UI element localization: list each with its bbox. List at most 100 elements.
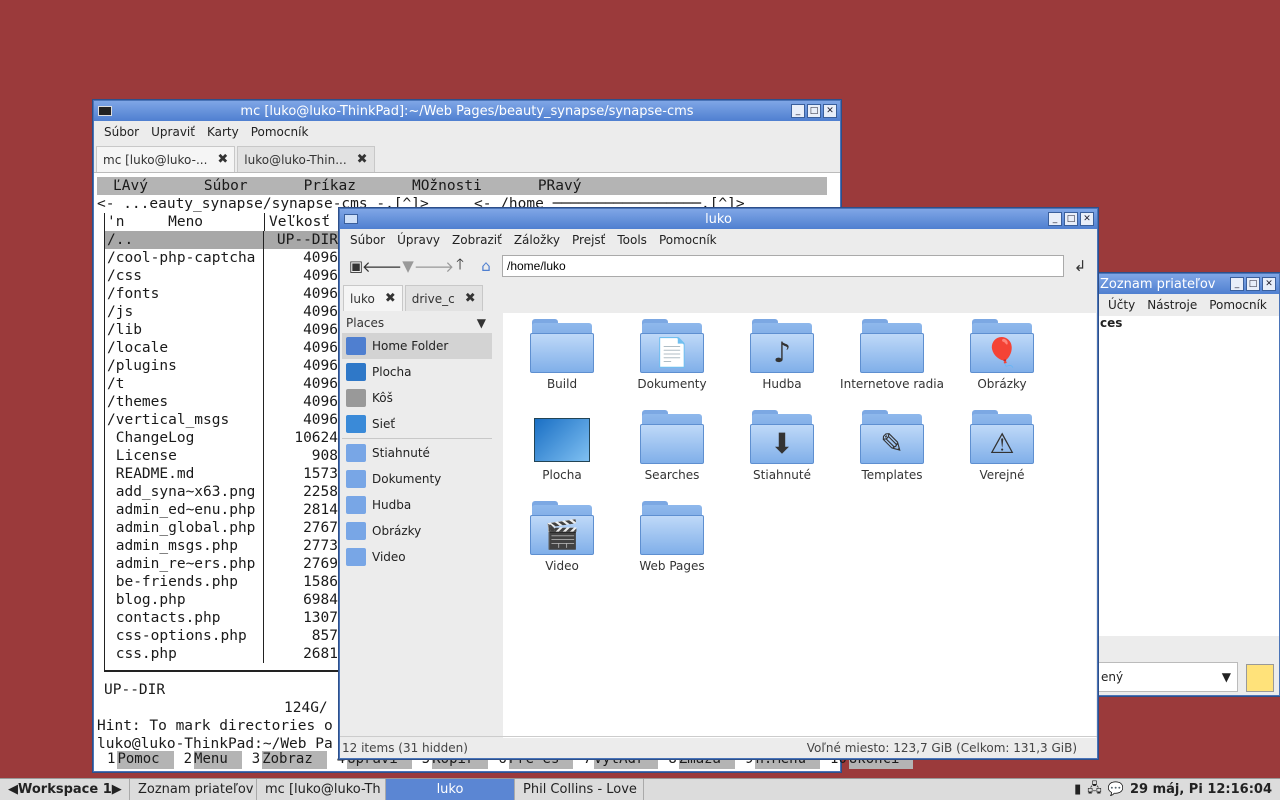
fm-titlebar[interactable]: luko _ □ ✕ — [340, 209, 1097, 229]
mc-file-row[interactable]: css-options.php 857 — [105, 627, 341, 645]
mc-file-row[interactable]: /fonts 4096 — [105, 285, 341, 303]
sidebar-item-obrázky[interactable]: Obrázky — [342, 518, 492, 544]
forward-icon[interactable]: 🡒 — [414, 256, 454, 276]
status-selector[interactable]: ený ▼ — [1098, 662, 1238, 692]
close-button[interactable]: ✕ — [823, 104, 837, 118]
fkey-button[interactable]: Menu — [194, 751, 242, 769]
menu-upravit[interactable]: Upraviť — [145, 125, 201, 139]
file-item[interactable]: Plocha — [507, 410, 617, 482]
close-button[interactable]: ✕ — [1080, 212, 1094, 226]
file-item[interactable]: ⚠ Verejné — [947, 410, 1057, 482]
mc-file-row[interactable]: contacts.php 1307 — [105, 609, 341, 627]
mc-file-row[interactable]: admin_re~ers.php 2769 — [105, 555, 341, 573]
fm-tab-luko[interactable]: luko ✖ — [343, 285, 403, 311]
close-button[interactable]: ✕ — [1262, 277, 1276, 291]
menu-pomocnik[interactable]: Pomocník — [1203, 298, 1273, 312]
fm-tab-drive-c[interactable]: drive_c ✖ — [404, 285, 483, 311]
close-tab-icon[interactable]: ✖ — [465, 291, 476, 306]
menu-zobrazit[interactable]: Zobraziť — [446, 233, 508, 247]
signal-icon[interactable]: ▮ — [1074, 782, 1081, 797]
close-tab-icon[interactable]: ✖ — [357, 152, 368, 167]
task-music[interactable]: Phil Collins - Love — [515, 778, 644, 800]
mc-file-row[interactable]: ChangeLog 10624 — [105, 429, 341, 447]
mc-file-row[interactable]: admin_ed~enu.php 2814 — [105, 501, 341, 519]
back-icon[interactable]: 🡐 — [362, 256, 402, 276]
fkey-button[interactable]: Zobraz — [262, 751, 327, 769]
sidebar-item-video[interactable]: Video — [342, 544, 492, 570]
mc-menu-file[interactable]: Súbor — [188, 177, 248, 195]
file-item[interactable]: Web Pages — [617, 501, 727, 573]
home-icon[interactable]: ⌂ — [476, 256, 496, 276]
terminal-tab-1[interactable]: mc [luko@luko-... ✖ — [96, 146, 236, 172]
file-item[interactable]: ⬇ Stiahnuté — [727, 410, 837, 482]
task-terminal[interactable]: mc [luko@luko-Th — [257, 778, 386, 800]
mc-menu-options[interactable]: MOžnosti — [396, 177, 482, 195]
menu-ucty[interactable]: Účty — [1102, 298, 1141, 312]
task-file-manager[interactable]: luko — [386, 778, 515, 800]
close-tab-icon[interactable]: ✖ — [217, 152, 228, 167]
menu-pomocnik[interactable]: Pomocník — [653, 233, 723, 247]
clock[interactable]: 29 máj, Pi 12:16:04 — [1130, 782, 1272, 797]
sidebar-item-hudba[interactable]: Hudba — [342, 492, 492, 518]
menu-zalozky[interactable]: Záložky — [508, 233, 566, 247]
mc-file-row[interactable]: /vertical_msgs 4096 — [105, 411, 341, 429]
buddy-list-window[interactable]: Zoznam priateľov _ □ ✕ Účty Nástroje Pom… — [1097, 273, 1280, 696]
avatar-icon[interactable] — [1246, 664, 1274, 692]
maximize-button[interactable]: □ — [1064, 212, 1078, 226]
menu-upravy[interactable]: Úpravy — [391, 233, 446, 247]
buddy-list-titlebar[interactable]: Zoznam priateľov _ □ ✕ — [1098, 274, 1279, 294]
menu-pomocnik[interactable]: Pomocník — [245, 125, 315, 139]
file-view[interactable]: Build 📄 Dokumenty ♪ Hudba Internetove radia 🎈 O… — [503, 313, 1096, 738]
network-icon[interactable]: 🖧 — [1087, 779, 1102, 800]
sidebar-item-kôš[interactable]: Kôš — [342, 385, 492, 411]
mc-file-row[interactable]: /locale 4096 — [105, 339, 341, 357]
menu-karty[interactable]: Karty — [201, 125, 245, 139]
file-manager-window[interactable]: luko _ □ ✕ Súbor Úpravy Zobraziť Záložky… — [339, 208, 1098, 759]
sidebar-item-dokumenty[interactable]: Dokumenty — [342, 466, 492, 492]
location-input[interactable] — [502, 255, 1064, 277]
mc-file-row[interactable]: /cool-php-captcha 4096 — [105, 249, 341, 267]
mc-file-row[interactable]: blog.php 6984 — [105, 591, 341, 609]
mc-file-row[interactable]: License 908 — [105, 447, 341, 465]
up-icon[interactable]: 🡑 — [450, 255, 470, 276]
sidebar-item-stiahnuté[interactable]: Stiahnuté — [342, 440, 492, 466]
file-item[interactable]: 📄 Dokumenty — [617, 319, 727, 391]
terminal-tab-2[interactable]: luko@luko-Thin... ✖ — [237, 146, 375, 172]
mc-file-row[interactable]: be-friends.php 1586 — [105, 573, 341, 591]
menu-subor[interactable]: Súbor — [344, 233, 391, 247]
sidebar-item-home-folder[interactable]: Home Folder — [342, 333, 492, 359]
file-item[interactable]: Build — [507, 319, 617, 391]
sidebar-item-sieť[interactable]: Sieť — [342, 411, 492, 437]
file-item[interactable]: Searches — [617, 410, 727, 482]
mc-file-row[interactable]: /.. UP--DIR — [105, 231, 341, 249]
terminal-titlebar[interactable]: mc [luko@luko-ThinkPad]:~/Web Pages/beau… — [94, 101, 840, 121]
sidebar-item-plocha[interactable]: Plocha — [342, 359, 492, 385]
workspace-switcher[interactable]: ◀ Workspace 1 ▶ — [0, 778, 130, 800]
minimize-button[interactable]: _ — [1230, 277, 1244, 291]
file-item[interactable]: 🎬 Video — [507, 501, 617, 573]
minimize-button[interactable]: _ — [791, 104, 805, 118]
go-icon[interactable]: ↲ — [1070, 256, 1090, 276]
mc-file-row[interactable]: /themes 4096 — [105, 393, 341, 411]
mc-file-row[interactable]: /lib 4096 — [105, 321, 341, 339]
mc-file-row[interactable]: /t 4096 — [105, 375, 341, 393]
mc-file-row[interactable]: /js 4096 — [105, 303, 341, 321]
file-item[interactable]: ✎ Templates — [837, 410, 947, 482]
task-buddy-list[interactable]: Zoznam priateľov — [130, 778, 257, 800]
menu-nastroje[interactable]: Nástroje — [1141, 298, 1203, 312]
fkey-button[interactable]: Pomoc — [117, 751, 174, 769]
mc-file-row[interactable]: README.md 1573 — [105, 465, 341, 483]
mc-file-row[interactable]: add_syna~x63.png 2258 — [105, 483, 341, 501]
mc-left-panel[interactable]: 'n Meno Veľkosť /.. UP--DIR/cool-php-capt… — [104, 213, 344, 671]
mc-file-row[interactable]: admin_msgs.php 2773 — [105, 537, 341, 555]
menu-tools[interactable]: Tools — [611, 233, 653, 247]
chat-icon[interactable]: 💬 — [1108, 782, 1124, 797]
file-item[interactable]: ♪ Hudba — [727, 319, 837, 391]
file-item[interactable]: Internetove radia — [837, 319, 947, 391]
places-header[interactable]: Places ▼ — [342, 313, 492, 333]
next-workspace-icon[interactable]: ▶ — [112, 779, 122, 800]
close-tab-icon[interactable]: ✖ — [385, 291, 396, 306]
maximize-button[interactable]: □ — [1246, 277, 1260, 291]
menu-prejst[interactable]: Prejsť — [566, 233, 611, 247]
prev-workspace-icon[interactable]: ◀ — [8, 779, 18, 800]
